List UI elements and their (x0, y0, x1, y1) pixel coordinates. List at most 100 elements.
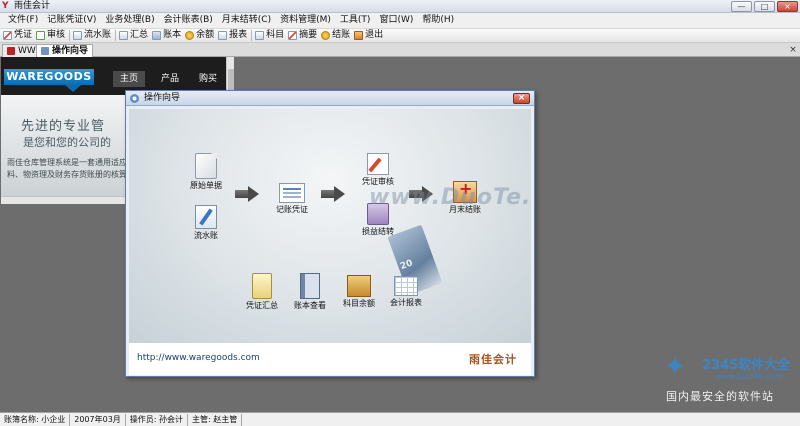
abstract-icon (288, 31, 298, 40)
balance-icon (185, 31, 195, 40)
status-period: 2007年03月 (70, 413, 126, 426)
web-nav-products[interactable]: 产品 (161, 71, 179, 87)
menu-help[interactable]: 帮助(H) (422, 13, 454, 28)
maximize-button[interactable]: □ (754, 1, 775, 12)
status-operator: 操作员: 孙会计 (126, 413, 189, 426)
toolbar-balance-button[interactable]: 余额 (185, 29, 214, 42)
guide-icon (130, 94, 139, 103)
toolbar: 凭证 审核 流水账 汇总 账本 余额 报表 科目 摘要 结账 退出 (0, 28, 800, 43)
toolbar-separator (251, 30, 253, 41)
node-journal[interactable]: 流水账 (181, 205, 231, 241)
corner-watermark: ✦ 2345软件大全 www.DuoTe.com 国内最安全的软件站 (660, 350, 800, 410)
record-voucher-icon (279, 183, 305, 203)
node-record-voucher[interactable]: 记账凭证 (267, 183, 317, 215)
toolbar-abstract-label: 摘要 (299, 30, 318, 40)
menu-data-management[interactable]: 资料管理(M) (280, 13, 331, 28)
node-voucher-review[interactable]: 凭证审核 (353, 153, 403, 187)
minimize-button[interactable]: — (731, 1, 752, 12)
accounting-report-icon (394, 276, 418, 296)
toolbar-separator (69, 30, 71, 41)
toolbar-exit-label: 退出 (365, 30, 384, 40)
menu-month-end[interactable]: 月末结转(C) (222, 13, 271, 28)
status-book-name: 账簿名称: 小企业 (0, 413, 71, 426)
voucher-summary-label: 凭证汇总 (246, 301, 278, 310)
status-supervisor: 主管: 赵主管 (188, 413, 243, 426)
toolbar-voucher-button[interactable]: 凭证 (3, 29, 32, 42)
web-icon (7, 47, 15, 55)
toolbar-journal-button[interactable]: 流水账 (73, 29, 111, 42)
tab-close-icon[interactable]: × (788, 45, 798, 55)
duote-watermark: www.DuoTe.com (369, 185, 531, 210)
subject-balance-icon (347, 275, 371, 297)
corner-brand-name: 2345软件大全 (702, 358, 791, 373)
waregoods-logo[interactable]: WAREGOODS (4, 69, 94, 85)
toolbar-subject-label: 科目 (266, 30, 285, 40)
toolbar-abstract-button[interactable]: 摘要 (288, 29, 317, 42)
node-ledger-view[interactable]: 账本查看 (285, 273, 335, 311)
tab-operation-guide[interactable]: 操作向导 (36, 44, 94, 57)
journal-icon (195, 205, 217, 229)
toolbar-report-button[interactable]: 报表 (218, 29, 247, 42)
menu-window[interactable]: 窗口(W) (379, 13, 413, 28)
subject-balance-label: 科目余额 (343, 299, 375, 308)
journal-label: 流水账 (194, 231, 218, 240)
document-tabs: WWW 操作向导 × (0, 43, 800, 57)
tab-operation-guide-label: 操作向导 (52, 46, 89, 56)
dialog-footer: http://www.waregoods.com 雨佳会计 (129, 343, 531, 375)
toolbar-voucher-label: 凭证 (14, 30, 33, 40)
mascot-icon: ✦ (664, 352, 686, 382)
menu-tools[interactable]: 工具(T) (340, 13, 371, 28)
toolbar-subject-button[interactable]: 科目 (255, 29, 284, 42)
node-subject-balance[interactable]: 科目余额 (334, 275, 384, 309)
dialog-title-bar[interactable]: 操作向导 × (126, 91, 534, 106)
menu-file[interactable]: 文件(F) (8, 13, 38, 28)
menu-voucher[interactable]: 记账凭证(V) (47, 13, 96, 28)
original-doc-label: 原始单据 (190, 181, 222, 190)
window-title: 雨佳会计 (14, 1, 51, 11)
accounting-report-label: 会计报表 (390, 298, 422, 307)
original-doc-icon (195, 153, 217, 179)
corner-brand-url: www.DuoTe.com (716, 372, 783, 381)
corner-brand-tagline: 国内最安全的软件站 (666, 390, 774, 403)
menu-bar: 文件(F) 记账凭证(V) 业务处理(B) 会计账表(B) 月末结转(C) 资料… (0, 13, 800, 28)
footer-brand: 雨佳会计 (469, 353, 517, 366)
footer-website-link[interactable]: http://www.waregoods.com (137, 353, 260, 363)
toolbar-summary-button[interactable]: 汇总 (119, 29, 148, 42)
toolbar-close-account-button[interactable]: 结账 (321, 29, 350, 42)
flow-arrow-icon (321, 186, 345, 202)
menu-business[interactable]: 业务处理(B) (105, 13, 154, 28)
toolbar-separator (115, 30, 117, 41)
banknote-value: 20 (398, 258, 415, 273)
toolbar-journal-label: 流水账 (84, 30, 112, 40)
window-controls: — □ × (731, 1, 798, 12)
toolbar-ledger-label: 账本 (163, 30, 182, 40)
audit-icon (36, 31, 46, 40)
record-voucher-label: 记账凭证 (276, 205, 308, 214)
ledger-view-icon (300, 273, 320, 299)
hero-headline: 先进的专业管 (21, 119, 106, 134)
close-button[interactable]: × (777, 1, 798, 12)
toolbar-ledger-button[interactable]: 账本 (152, 29, 181, 42)
title-bar: Y 雨佳会计 — □ × (0, 0, 800, 13)
node-original-doc[interactable]: 原始单据 (181, 153, 231, 191)
menu-account-books[interactable]: 会计账表(B) (164, 13, 213, 28)
app-logo-icon: Y (2, 1, 9, 11)
journal-icon (73, 31, 83, 40)
toolbar-audit-label: 审核 (47, 30, 66, 40)
toolbar-exit-button[interactable]: 退出 (354, 29, 383, 42)
exit-icon (354, 31, 364, 40)
guide-icon (41, 47, 49, 55)
close-account-icon (321, 31, 331, 40)
web-nav-home[interactable]: 主页 (113, 71, 146, 87)
web-nav-buy[interactable]: 购买 (199, 71, 217, 87)
toolbar-report-label: 报表 (229, 30, 248, 40)
toolbar-close-account-label: 结账 (332, 30, 351, 40)
dialog-close-button[interactable]: × (513, 93, 530, 104)
node-voucher-summary[interactable]: 凭证汇总 (237, 273, 287, 311)
voucher-icon (3, 31, 12, 40)
node-accounting-report[interactable]: 会计报表 (381, 276, 431, 308)
toolbar-audit-button[interactable]: 审核 (36, 29, 65, 42)
operation-guide-dialog: 操作向导 × 原始单据 流水账 记账凭证 凭证审核 损益结转 + 月末结账 20… (125, 90, 535, 377)
voucher-review-icon (367, 153, 389, 175)
hero-subheadline: 是您和您的公司的 (23, 136, 111, 149)
